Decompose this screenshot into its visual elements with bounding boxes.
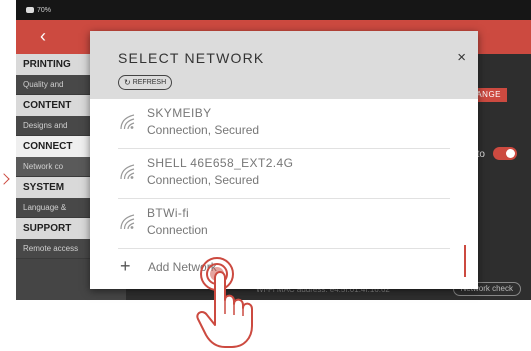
network-list: SKYMEIBY Connection, Secured SHELL 46E65…	[90, 99, 478, 287]
network-name: SKYMEIBY	[147, 106, 212, 120]
dialog-title: SELECT NETWORK	[118, 50, 265, 66]
toggle-switch[interactable]	[493, 147, 517, 160]
chevron-left-icon[interactable]: ‹	[40, 26, 46, 46]
refresh-button[interactable]: ↻ REFRESH	[118, 75, 173, 90]
network-name: BTWi-fi	[147, 206, 190, 220]
network-item[interactable]: BTWi-fi Connection	[118, 199, 450, 249]
status-bar: 70%	[16, 0, 531, 20]
network-item[interactable]: SHELL 46E658_EXT2.4G Connection, Secured	[118, 149, 450, 199]
battery-icon	[26, 7, 34, 13]
network-status: Connection, Secured	[147, 123, 260, 137]
wifi-icon	[119, 214, 137, 235]
battery-text: 70%	[37, 6, 52, 14]
network-item[interactable]: SKYMEIBY Connection, Secured	[118, 99, 450, 149]
wifi-icon	[119, 164, 137, 185]
refresh-icon: ↻	[124, 78, 131, 87]
network-status: Connection	[147, 223, 208, 237]
dialog-header: SELECT NETWORK × ↻ REFRESH	[90, 31, 478, 99]
add-network-button[interactable]: + Add Network	[118, 249, 450, 287]
scrollbar[interactable]	[464, 245, 466, 277]
network-status: Connection, Secured	[147, 173, 260, 187]
wifi-icon	[119, 114, 137, 135]
hand-pointer-icon	[192, 258, 262, 351]
network-name: SHELL 46E658_EXT2.4G	[147, 156, 294, 170]
select-network-dialog: SELECT NETWORK × ↻ REFRESH SKYMEIBY Conn…	[90, 31, 478, 289]
refresh-label: REFRESH	[132, 79, 167, 86]
arrow-right-icon	[0, 173, 10, 185]
plus-icon: +	[120, 256, 131, 276]
close-icon[interactable]: ×	[457, 49, 466, 66]
